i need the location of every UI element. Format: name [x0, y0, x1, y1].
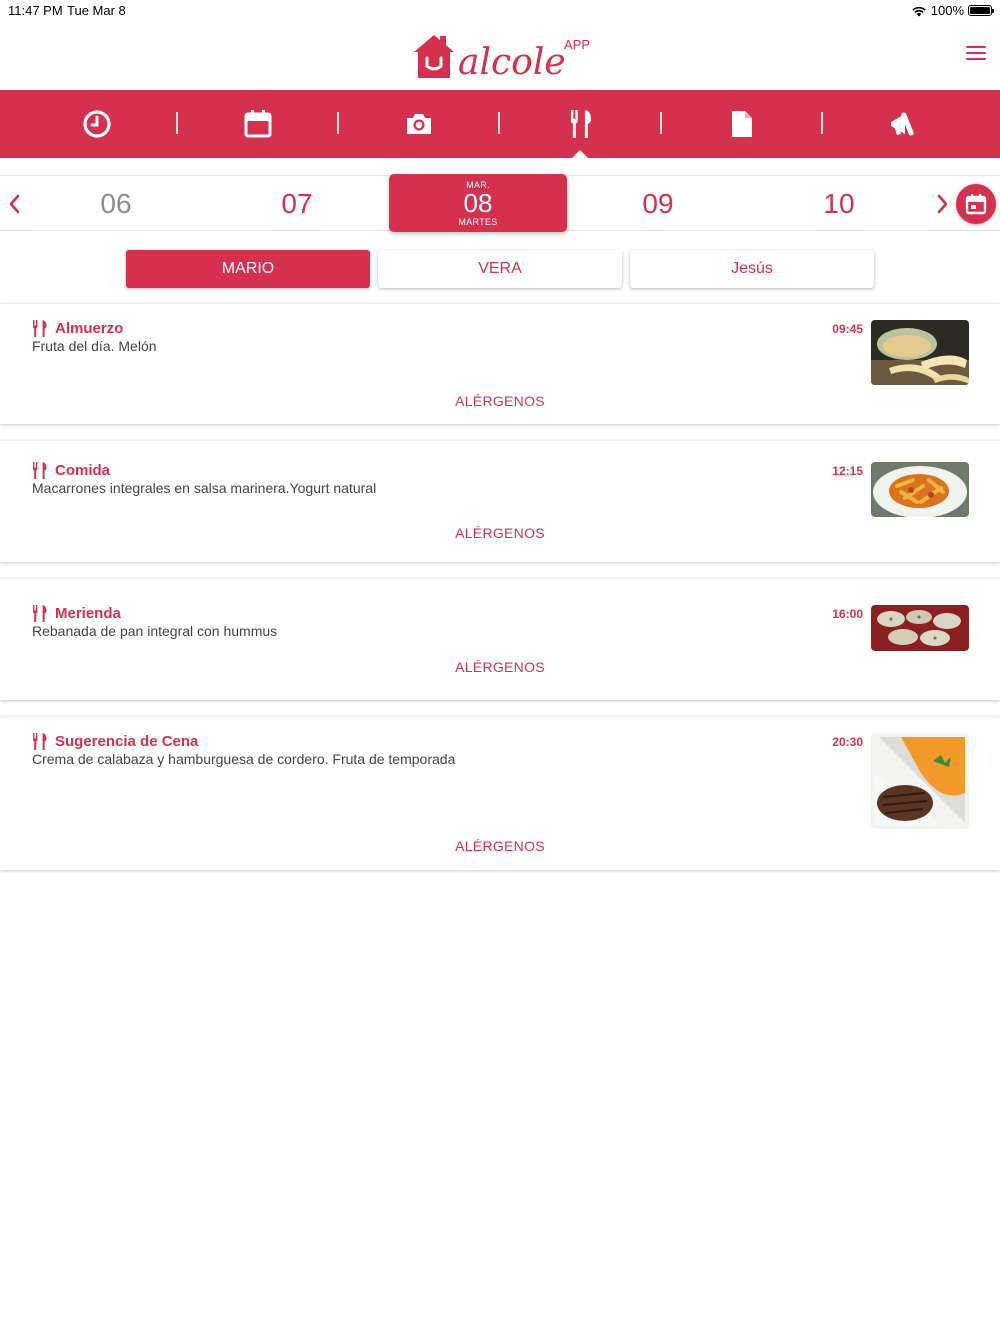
melon-photo[interactable] — [871, 320, 969, 385]
selected-weekday: MARTES — [458, 217, 498, 227]
selected-date[interactable]: MAR. 08 MARTES — [389, 174, 567, 232]
meal-title: Comida — [55, 462, 111, 479]
meal-card: Merienda Rebanada de pan integral con hu… — [0, 578, 1000, 700]
cutlery-icon — [33, 320, 47, 337]
meal-time: 16:00 — [832, 607, 863, 621]
meal-description: Crema de calabaza y hamburguesa de corde… — [32, 751, 456, 767]
active-tab-indicator — [571, 150, 589, 159]
meal-title: Merienda — [55, 605, 121, 622]
cutlery-icon — [33, 462, 47, 479]
meal-description: Fruta del día. Melón — [32, 338, 157, 354]
menu-line — [966, 46, 986, 48]
meal-time: 20:30 — [832, 735, 863, 749]
allergens-link[interactable]: ALÉRGENOS — [0, 659, 1000, 675]
date-day-09[interactable]: 09 — [578, 176, 738, 232]
camera-icon — [406, 114, 431, 134]
meal-card: Comida Macarrones integrales en salsa ma… — [0, 440, 1000, 562]
kid-tab-vera[interactable]: VERA — [378, 250, 622, 288]
meal-description: Macarrones integrales en salsa marinera.… — [32, 480, 377, 496]
soup-burger-photo[interactable] — [871, 733, 969, 829]
app-header: alcole APP — [0, 22, 1000, 90]
nav-item-documents[interactable] — [661, 90, 822, 158]
meal-time: 12:15 — [832, 464, 863, 478]
meal-card: Sugerencia de Cena Crema de calabaza y h… — [0, 716, 1000, 870]
allergens-link[interactable]: ALÉRGENOS — [0, 838, 1000, 854]
cutlery-icon — [33, 733, 47, 750]
allergens-link[interactable]: ALÉRGENOS — [0, 525, 1000, 541]
next-day-arrow-icon[interactable] — [930, 190, 954, 218]
open-calendar-button[interactable] — [956, 184, 996, 224]
nav-item-menu[interactable] — [499, 90, 660, 158]
meal-title: Sugerencia de Cena — [55, 733, 199, 750]
cutlery-icon — [570, 110, 591, 138]
selected-day: 08 — [463, 188, 493, 218]
hamburger-menu-button[interactable] — [966, 46, 986, 62]
nav-item-announcements[interactable] — [822, 90, 983, 158]
status-indicators: 100% — [911, 3, 994, 18]
document-icon — [731, 111, 752, 137]
date-day-06[interactable]: 06 — [36, 176, 196, 232]
nav-item-schedule[interactable] — [16, 90, 177, 158]
status-bar: 11:47 PM Tue Mar 8 100% — [0, 0, 1000, 22]
battery-icon — [968, 5, 994, 16]
wifi-icon — [911, 6, 926, 16]
kid-tab-jesus[interactable]: Jesús — [630, 250, 874, 288]
meal-title: Almuerzo — [55, 320, 124, 337]
battery-percent: 100% — [930, 3, 964, 18]
kid-tab-mario[interactable]: MARIO — [126, 250, 370, 288]
prev-day-arrow-icon[interactable] — [3, 190, 27, 218]
status-time: 11:47 PM — [8, 3, 63, 18]
calendar-icon — [244, 110, 271, 138]
date-day-07[interactable]: 07 — [217, 176, 377, 232]
menu-line — [966, 58, 986, 60]
cutlery-icon — [33, 605, 47, 622]
meal-description: Rebanada de pan integral con hummus — [32, 623, 278, 639]
meal-time: 09:45 — [832, 322, 863, 336]
allergens-link[interactable]: ALÉRGENOS — [0, 393, 1000, 409]
calendar-picker-icon — [965, 194, 987, 215]
meal-card: Almuerzo Fruta del día. Melón 09:45 ALÉR… — [0, 303, 1000, 424]
main-nav-bar — [0, 90, 1000, 158]
bread-hummus-photo[interactable] — [871, 605, 969, 651]
pasta-photo[interactable] — [871, 462, 969, 517]
logo-wordmark: alcole — [458, 42, 566, 82]
nav-item-photos[interactable] — [338, 90, 499, 158]
nav-item-calendar[interactable] — [177, 90, 338, 158]
menu-line — [966, 52, 986, 54]
status-date: Tue Mar 8 — [67, 3, 126, 18]
clock-icon — [82, 110, 111, 138]
logo-app-badge: APP — [564, 37, 591, 52]
megaphone-icon — [890, 112, 914, 136]
date-day-10[interactable]: 10 — [759, 176, 919, 232]
